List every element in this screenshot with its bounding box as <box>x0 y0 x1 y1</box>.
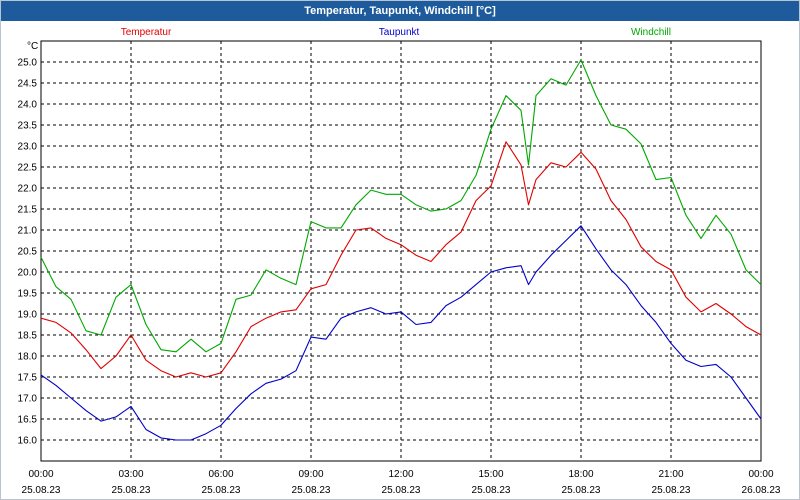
y-tick-label: 16.5 <box>18 415 38 426</box>
y-tick-label: 19.0 <box>18 310 38 321</box>
legend-label-temperatur: Temperatur <box>121 27 172 38</box>
chart-svg: 16.0 16.5 17.0 17.5 18.0 18.5 19.0 19.5 20.0 20.5… <box>18 27 781 496</box>
x-tick-time-label: 00:00 <box>28 469 53 480</box>
x-tick-date-label: 25.08.23 <box>292 485 331 496</box>
y-tick-label: 25.0 <box>18 58 38 69</box>
x-tick-time-label: 03:00 <box>118 469 143 480</box>
y-tick-label: 18.5 <box>18 331 38 342</box>
legend-label-windchill: Windchill <box>631 27 671 38</box>
x-tick-time-label: 06:00 <box>208 469 233 480</box>
y-tick-label: 23.5 <box>18 121 38 132</box>
y-tick-label: 24.5 <box>18 79 38 90</box>
x-tick-date-label: 25.08.23 <box>202 485 241 496</box>
x-tick-date-label: 25.08.23 <box>112 485 151 496</box>
y-tick-label: 20.0 <box>18 268 38 279</box>
x-tick-time-label: 21:00 <box>658 469 683 480</box>
chart-title: Temperatur, Taupunkt, Windchill [°C] <box>1 1 799 21</box>
y-tick-label: 18.0 <box>18 352 38 363</box>
y-tick-label: 22.0 <box>18 184 38 195</box>
y-tick-label: 19.5 <box>18 289 38 300</box>
x-tick-time-label: 09:00 <box>298 469 323 480</box>
y-tick-label: 17.0 <box>18 394 38 405</box>
y-tick-label: 21.5 <box>18 205 38 216</box>
grid-layer <box>41 41 761 461</box>
series-layer <box>40 59 762 441</box>
x-tick-date-label: 25.08.23 <box>382 485 421 496</box>
x-tick-date-label: 25.08.23 <box>472 485 511 496</box>
x-tick-time-label: 00:00 <box>748 469 773 480</box>
y-tick-label: 21.0 <box>18 226 38 237</box>
y-tick-label: 16.0 <box>18 436 38 447</box>
x-tick-time-label: 18:00 <box>568 469 593 480</box>
y-tick-label: 20.5 <box>18 247 38 258</box>
y-axis-unit-label: °C <box>27 41 38 52</box>
y-tick-label: 22.5 <box>18 163 38 174</box>
x-tick-time-label: 15:00 <box>478 469 503 480</box>
x-tick-date-label: 25.08.23 <box>22 485 61 496</box>
x-tick-time-label: 12:00 <box>388 469 413 480</box>
x-tick-date-label: 25.08.23 <box>652 485 691 496</box>
x-tick-labels: 00:00 25.08.23 03:00 25.08.23 06:00 25.08.23 0… <box>22 469 781 496</box>
legend-label-taupunkt: Taupunkt <box>379 27 420 38</box>
y-tick-labels: 16.0 16.5 17.0 17.5 18.0 18.5 19.0 19.5 20.0 20.5… <box>18 58 38 447</box>
chart-window: Temperatur, Taupunkt, Windchill [°C] 16.… <box>0 0 800 500</box>
y-tick-label: 24.0 <box>18 100 38 111</box>
y-tick-label: 17.5 <box>18 373 38 384</box>
x-tick-date-label: 25.08.23 <box>562 485 601 496</box>
x-tick-date-label: 26.08.23 <box>742 485 781 496</box>
y-tick-label: 23.0 <box>18 142 38 153</box>
